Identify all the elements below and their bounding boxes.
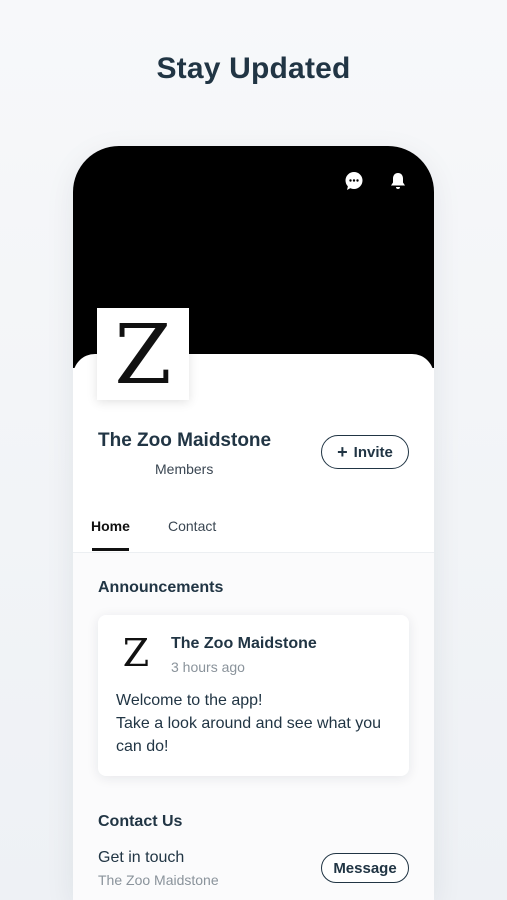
post-body-line: Welcome to the app! — [116, 692, 263, 709]
tab-contact[interactable]: Contact — [168, 518, 216, 534]
logo-letter: Z — [114, 308, 172, 403]
avatar: Z — [114, 631, 158, 675]
announcements-title: Announcements — [98, 579, 224, 596]
members-link[interactable]: Members — [155, 461, 213, 477]
contact-subtitle: The Zoo Maidstone — [98, 872, 219, 888]
avatar-letter: Z — [122, 631, 150, 675]
invite-label: Invite — [353, 443, 393, 461]
chat-icon[interactable] — [343, 170, 365, 192]
bell-icon[interactable] — [387, 170, 409, 192]
post-body: Welcome to the app! Take a look around a… — [116, 689, 398, 758]
post-timestamp: 3 hours ago — [171, 659, 245, 675]
tab-bar: Home Contact — [73, 508, 434, 553]
message-button[interactable]: Message — [321, 853, 409, 883]
post-body-line: can do! — [116, 738, 169, 755]
group-name: The Zoo Maidstone — [98, 430, 272, 451]
announcement-post[interactable]: Z The Zoo Maidstone 3 hours ago Welcome … — [98, 615, 409, 776]
plus-icon: + — [337, 442, 348, 462]
page-headline: Stay Updated — [156, 52, 351, 85]
phone-screen: Z The Zoo Maidstone Members + Invite Hom… — [73, 146, 434, 900]
contact-us-title: Contact Us — [98, 813, 183, 830]
tab-home[interactable]: Home — [91, 518, 130, 534]
post-author: The Zoo Maidstone — [171, 635, 317, 652]
post-body-line: Take a look around and see what you — [116, 715, 382, 732]
active-tab-indicator — [92, 548, 129, 551]
group-logo: Z — [97, 308, 189, 400]
get-in-touch-label: Get in touch — [98, 849, 185, 866]
invite-button[interactable]: + Invite — [321, 435, 409, 469]
